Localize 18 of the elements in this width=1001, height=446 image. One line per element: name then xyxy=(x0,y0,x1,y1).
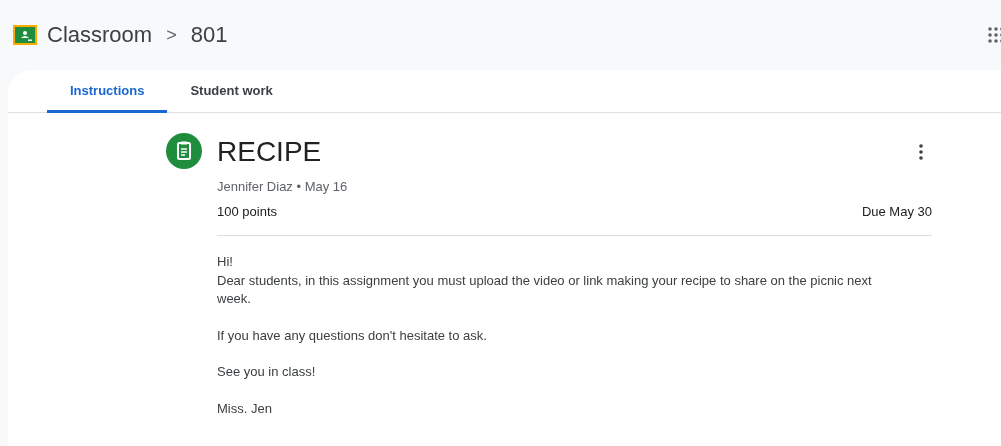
instruction-text: Dear students, in this assignment you must upload the video or link making your recipe to share on the picnic next week. xyxy=(217,271,873,308)
apps-grid-icon[interactable] xyxy=(987,26,1001,44)
more-options-icon[interactable] xyxy=(918,144,924,160)
class-name[interactable]: 801 xyxy=(190,22,228,48)
due-date: Due May 30 xyxy=(861,204,932,219)
tab[interactable]: Instructions xyxy=(47,70,168,113)
instruction-text: See you in class! xyxy=(217,363,317,381)
instruction-text: If you have any questions don't hesitate to ask. xyxy=(217,326,488,345)
breadcrumb-separator: > xyxy=(166,24,177,46)
app-name[interactable]: Classroom xyxy=(47,22,153,48)
assignment-title: RECIPE xyxy=(217,136,322,168)
assignment-icon xyxy=(166,133,202,169)
author-date: Jennifer Diaz • May 16 xyxy=(217,179,349,194)
instruction-text: Miss. Jen xyxy=(217,399,273,418)
classroom-logo-icon xyxy=(13,25,37,45)
instruction-text: Hi! xyxy=(217,253,234,271)
tab[interactable]: Student work xyxy=(167,70,296,113)
points: 100 points xyxy=(217,204,277,219)
